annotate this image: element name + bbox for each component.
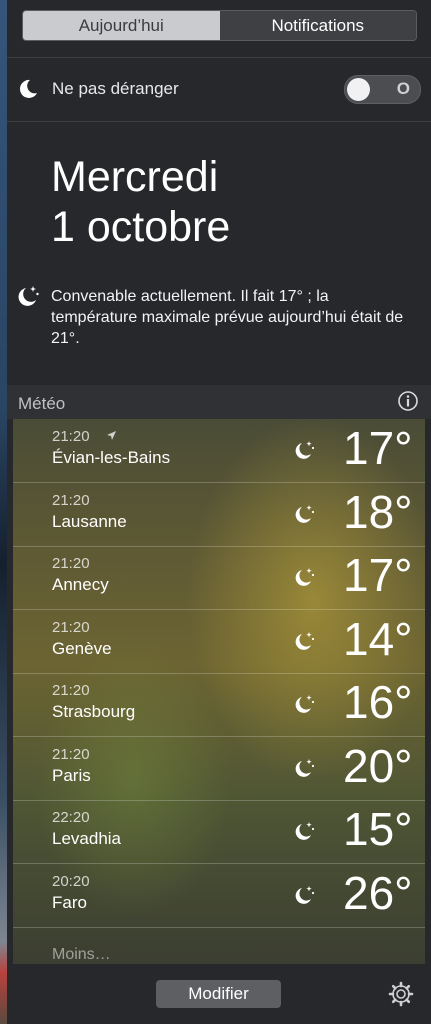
weather-row[interactable]: 21:20 Paris 20°	[13, 737, 425, 801]
weather-row[interactable]: 21:20 Strasbourg 16°	[13, 673, 425, 737]
location-arrow-icon	[107, 431, 116, 440]
do-not-disturb-toggle[interactable]: O	[344, 75, 421, 104]
gear-icon[interactable]	[388, 981, 414, 1007]
info-icon[interactable]	[397, 390, 419, 412]
weather-list: 21:20 Évian-les-Bains 17° 21:20 Lausanne 18° 2…	[13, 419, 425, 964]
date-day-month: 1 octobre	[51, 203, 231, 251]
moon-stars-icon	[295, 695, 315, 713]
notification-center-panel: Aujourd’hui Notifications Ne pas dérange…	[7, 0, 431, 1024]
moon-icon	[19, 79, 37, 98]
moon-stars-icon	[295, 631, 315, 650]
moon-stars-icon	[295, 504, 315, 523]
weather-city: Lausanne	[52, 511, 127, 531]
weather-city: Paris	[52, 765, 91, 785]
toggle-knob	[347, 78, 370, 101]
moon-stars-icon	[295, 441, 315, 459]
weather-time: 21:20	[52, 745, 90, 763]
moon-stars-icon	[295, 822, 315, 840]
do-not-disturb-label: Ne pas déranger	[52, 79, 179, 98]
weather-city: Levadhia	[52, 829, 122, 848]
toggle-state-label: O	[396, 79, 410, 98]
divider	[7, 57, 431, 58]
weather-widget-header	[7, 385, 431, 419]
weather-time: 22:20	[52, 809, 90, 826]
weather-time: 21:20	[52, 618, 90, 636]
weather-city: Évian-les-Bains	[52, 448, 171, 467]
divider	[7, 121, 431, 122]
moon-stars-icon	[18, 286, 39, 306]
weather-row[interactable]: 20:20 Faro 26°	[13, 864, 425, 928]
weather-temperature: 17°	[343, 549, 413, 601]
weather-city: Genève	[52, 638, 112, 658]
weather-city: Annecy	[52, 575, 109, 594]
weather-temperature: 18°	[343, 485, 413, 538]
date-weekday: Mercredi	[51, 153, 219, 201]
moon-stars-icon	[295, 885, 315, 904]
weather-temperature: 17°	[343, 422, 413, 474]
desktop-edge	[0, 0, 7, 1024]
moon-stars-icon	[295, 758, 315, 777]
weather-city: Strasbourg	[52, 702, 136, 721]
weather-row[interactable]: 22:20 Levadhia 15°	[13, 800, 425, 864]
tab-notifications[interactable]: Notifications	[219, 11, 416, 40]
weather-widget-title: Météo	[18, 394, 66, 413]
weather-row[interactable]: 21:20 Évian-les-Bains 17°	[13, 419, 425, 483]
tab-today[interactable]: Aujourd’hui	[23, 11, 220, 40]
today-summary: Convenable actuellement. Il fait 17° ; l…	[51, 288, 404, 347]
weather-row[interactable]: 21:20 Lausanne 18°	[13, 483, 425, 547]
weather-temperature: 26°	[343, 866, 413, 919]
edit-button[interactable]: Modifier	[156, 980, 281, 1008]
show-less-link[interactable]: Moins…	[52, 946, 111, 964]
weather-row[interactable]: 21:20 Annecy 17°	[13, 546, 425, 610]
weather-temperature: 15°	[343, 803, 413, 855]
weather-time: 21:20	[52, 555, 90, 572]
moon-stars-icon	[295, 568, 315, 586]
weather-time: 21:20	[52, 428, 90, 445]
segmented-control: Aujourd’hui Notifications	[22, 10, 417, 41]
weather-row[interactable]: 21:20 Genève 14°	[13, 610, 425, 674]
weather-temperature: 14°	[343, 612, 413, 665]
weather-temperature: 16°	[343, 676, 413, 728]
weather-time: 21:20	[52, 491, 90, 509]
weather-time: 21:20	[52, 682, 90, 699]
weather-city: Faro	[52, 892, 87, 912]
weather-time: 20:20	[52, 872, 90, 890]
weather-temperature: 20°	[343, 739, 413, 792]
